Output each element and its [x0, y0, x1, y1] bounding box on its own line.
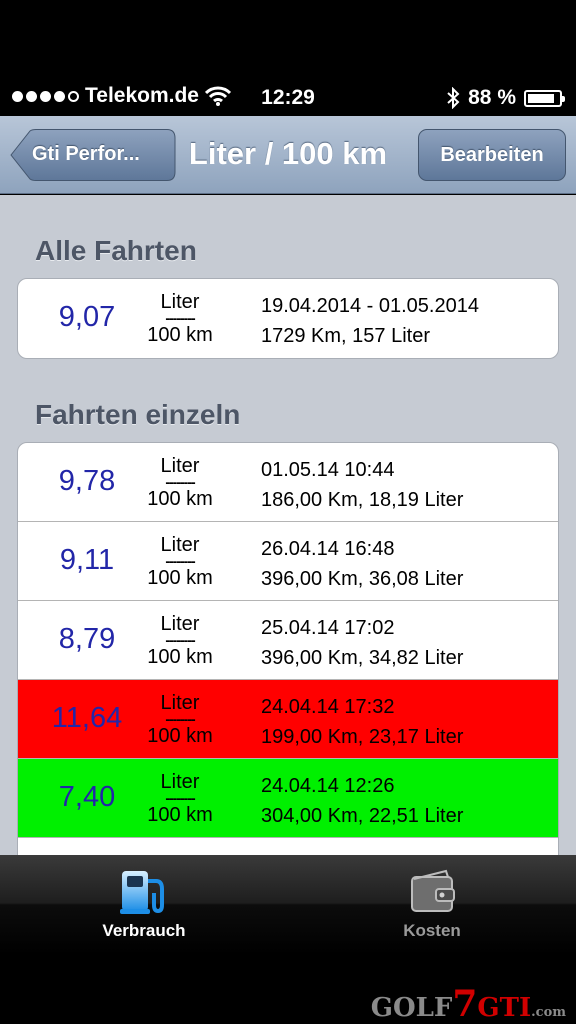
unit-label: Liter -------- 100 km	[147, 692, 213, 747]
consumption-value: 9,07	[58, 301, 116, 333]
unit-label: Liter -------- 100 km	[147, 534, 213, 589]
trip-info: 01.05.14 10:44 186,00 Km, 18,19 Liter	[261, 455, 463, 515]
footer: GOLF7GTI.com	[0, 955, 576, 1024]
battery-icon	[524, 89, 565, 107]
tab-bar: Verbrauch Kosten	[0, 855, 576, 955]
bluetooth-icon	[447, 87, 460, 109]
distance-volume: 186,00 Km, 18,19 Liter	[261, 489, 464, 511]
trip-date: 24.04.14 17:32	[261, 696, 395, 718]
trip-row-high-consumption[interactable]: 11,64 Liter -------- 100 km 24.04.14 17:32…	[18, 680, 558, 759]
trip-date: 25.04.14 17:02	[261, 617, 395, 639]
consumption-value: 7,40	[58, 781, 116, 813]
all-trips-group: 9,07 Liter -------- 100 km 19.04.2014 - 01…	[17, 278, 559, 359]
unit-label: Liter -------- 100 km	[147, 613, 213, 668]
trip-info: 25.04.14 17:02 396,00 Km, 34,82 Liter	[261, 613, 463, 673]
battery-percent: 88 %	[468, 86, 516, 109]
content-area[interactable]: Alle Fahrten 9,07 Liter -------- 100 km 19…	[0, 195, 576, 855]
trip-info: 24.04.14 17:32 199,00 Km, 23,17 Liter	[261, 692, 463, 752]
distance-volume: 396,00 Km, 36,08 Liter	[261, 568, 464, 590]
trip-row-low-consumption[interactable]: 7,40 Liter -------- 100 km 24.04.14 12:26 …	[18, 759, 558, 838]
distance-volume: 1729 Km, 157 Liter	[261, 325, 430, 347]
trip-info: 26.04.14 16:48 396,00 Km, 36,08 Liter	[261, 534, 463, 594]
trip-info: 19.04.2014 - 01.05.2014 1729 Km, 157 Lit…	[261, 291, 479, 351]
single-trips-group: 9,78 Liter -------- 100 km 01.05.14 10:44 …	[17, 442, 559, 855]
fuel-pump-icon	[120, 871, 164, 914]
summary-row[interactable]: 9,07 Liter -------- 100 km 19.04.2014 - 01…	[18, 279, 558, 358]
trip-date: 24.04.14 12:26	[261, 775, 395, 797]
navigation-bar: Gti Perfor... Liter / 100 km Bearbeiten	[0, 116, 576, 194]
edit-button[interactable]: Bearbeiten	[418, 129, 566, 181]
distance-volume: 396,00 Km, 34,82 Liter	[261, 647, 464, 669]
consumption-value: 11,64	[51, 702, 123, 734]
trip-row[interactable]: 9,78 Liter -------- 100 km 01.05.14 10:44 …	[18, 443, 558, 522]
consumption-value: 8,79	[58, 623, 116, 655]
trip-row-partial[interactable]	[18, 838, 558, 855]
tab-label: Kosten	[403, 921, 461, 940]
date-range: 19.04.2014 - 01.05.2014	[261, 295, 479, 317]
distance-volume: 199,00 Km, 23,17 Liter	[261, 726, 464, 748]
watermark-logo: GOLF7GTI.com	[370, 983, 566, 1024]
trip-date: 01.05.14 10:44	[261, 459, 395, 481]
trip-row[interactable]: 8,79 Liter -------- 100 km 25.04.14 17:02 …	[18, 601, 558, 680]
trip-row[interactable]: 9,11 Liter -------- 100 km 26.04.14 16:48 …	[18, 522, 558, 601]
distance-volume: 304,00 Km, 22,51 Liter	[261, 805, 464, 827]
tab-label: Verbrauch	[102, 921, 186, 940]
section-header-all-trips: Alle Fahrten	[35, 235, 197, 266]
unit-label: Liter -------- 100 km	[147, 455, 213, 510]
consumption-value: 9,78	[58, 465, 116, 497]
unit-label: Liter -------- 100 km	[147, 291, 213, 346]
status-bar: Telekom.de 12:29 88 %	[0, 0, 576, 116]
unit-label: Liter -------- 100 km	[147, 771, 213, 826]
section-header-single-trips: Fahrten einzeln	[35, 399, 241, 430]
trip-info: 24.04.14 12:26 304,00 Km, 22,51 Liter	[261, 771, 463, 831]
wallet-icon	[411, 869, 455, 912]
tab-verbrauch[interactable]: Verbrauch	[0, 855, 288, 955]
trip-date: 26.04.14 16:48	[261, 538, 395, 560]
tab-kosten[interactable]: Kosten	[288, 855, 576, 955]
consumption-value: 9,11	[59, 544, 115, 576]
